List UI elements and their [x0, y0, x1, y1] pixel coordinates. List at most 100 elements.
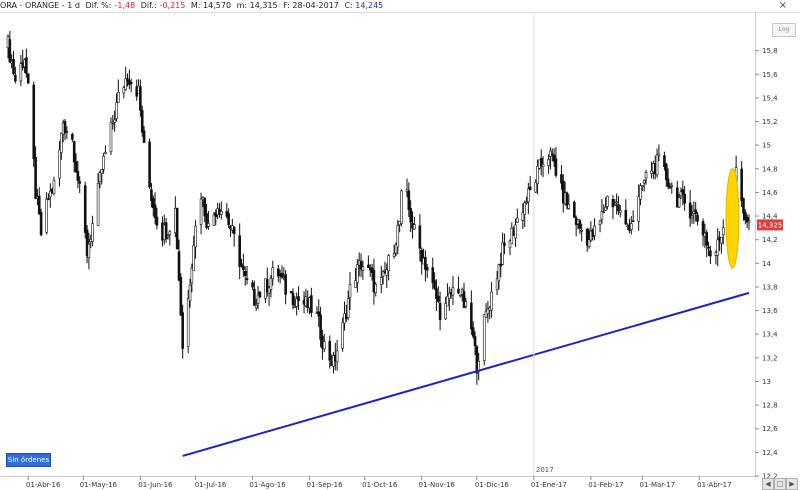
- y-axis-ticks: 12,212,412,612,81313,213,413,613,81414,2…: [755, 47, 778, 481]
- y-tick-label: 13,8: [762, 283, 778, 291]
- candle-body: [573, 201, 576, 218]
- y-tick-label: 12,4: [762, 449, 778, 457]
- candle-body: [129, 82, 133, 85]
- candle-body: [242, 265, 245, 270]
- candle-body: [550, 153, 554, 156]
- candle-body: [451, 287, 455, 296]
- candle-body: [328, 340, 332, 361]
- candle-body: [117, 91, 120, 103]
- candle-body: [71, 133, 74, 140]
- candle-body: [98, 172, 102, 182]
- scroll-right-button[interactable]: ▶: [786, 478, 798, 490]
- candle-body: [153, 204, 157, 219]
- x-tick-label: 01-Abr-16: [26, 481, 61, 489]
- candle-body: [470, 302, 473, 330]
- candle-body: [617, 204, 620, 212]
- candle-body: [374, 283, 378, 293]
- candle-body: [593, 225, 596, 236]
- candle-body: [251, 282, 254, 288]
- candle-body: [615, 201, 618, 204]
- candle-body: [47, 198, 50, 200]
- candle-body: [409, 208, 412, 223]
- candle-body: [436, 295, 440, 302]
- x-tick-label: 01-Mar-17: [640, 481, 676, 489]
- candle-body: [433, 280, 436, 289]
- y-tick-label: 12,8: [762, 402, 778, 410]
- candle-body: [113, 119, 116, 123]
- y-tick-label: 14,8: [762, 165, 778, 173]
- candle-body: [525, 201, 528, 204]
- candle-body: [471, 327, 475, 337]
- orders-status-badge[interactable]: Sin órdenes: [6, 453, 51, 467]
- candle-body: [641, 185, 644, 187]
- candle-body: [83, 185, 87, 233]
- candle-body: [258, 291, 262, 298]
- candle-body: [175, 207, 179, 250]
- candle-body: [523, 202, 526, 215]
- candle-body: [527, 188, 530, 203]
- candle-body: [396, 225, 400, 248]
- candle-body: [139, 86, 142, 111]
- price-chart: 12,212,412,612,81313,213,413,613,81414,2…: [0, 13, 783, 489]
- candle-body: [297, 296, 300, 302]
- x-tick-label: 01-Jul-16: [195, 481, 227, 489]
- candle-body: [631, 220, 635, 223]
- zoom-button[interactable]: □: [774, 478, 786, 490]
- candle-body: [613, 204, 617, 207]
- y-tick-label: 14: [762, 260, 771, 268]
- candle-body: [473, 336, 477, 347]
- candle-body: [310, 295, 313, 313]
- candle-body: [425, 267, 429, 271]
- candle-body: [111, 123, 115, 125]
- candle-body: [606, 196, 609, 207]
- candle-body: [407, 190, 411, 211]
- candle-body: [639, 185, 642, 200]
- candle-body: [740, 168, 743, 201]
- y-tick-label: 13,6: [762, 307, 778, 315]
- candle-body: [709, 250, 712, 257]
- candle-body: [464, 301, 468, 307]
- candle-body: [26, 73, 30, 84]
- candle-body: [624, 209, 628, 225]
- candle-body: [642, 180, 646, 184]
- candle-body: [705, 232, 709, 246]
- candle-body: [243, 271, 247, 277]
- candle-body: [664, 163, 668, 181]
- candle-body: [578, 220, 582, 229]
- candle-body: [319, 314, 322, 340]
- current-price-label: 14,325: [758, 221, 783, 229]
- candle-body: [74, 161, 78, 173]
- candle-body: [91, 223, 94, 242]
- log-scale-button[interactable]: Log: [772, 23, 796, 37]
- candle-body: [657, 153, 661, 157]
- candle-body: [681, 189, 685, 195]
- candle-body: [528, 186, 532, 191]
- candle-body: [696, 214, 699, 222]
- candle-body: [503, 242, 506, 246]
- candle-body: [254, 304, 258, 309]
- y-tick-label: 15,2: [762, 118, 778, 126]
- candle-body: [438, 302, 442, 320]
- candle-body: [207, 223, 210, 227]
- candle-body: [587, 239, 591, 247]
- candle-body: [666, 178, 670, 187]
- candle-body: [630, 223, 633, 230]
- candle-body: [293, 306, 297, 308]
- candle-body: [253, 288, 256, 306]
- scroll-left-button[interactable]: ◀: [762, 478, 774, 490]
- candle-body: [37, 195, 41, 215]
- candle-body: [322, 341, 326, 350]
- x-tick-label: 01-Abr-17: [697, 481, 731, 489]
- candle-body: [269, 277, 273, 290]
- candle-body: [219, 211, 223, 215]
- candle-body: [8, 39, 12, 63]
- x-tick-label: 01-Ago-16: [249, 481, 286, 489]
- candle-body: [554, 158, 558, 176]
- candle-body: [534, 182, 538, 193]
- annotation-layer: [725, 168, 740, 269]
- x-tick-label: 01-Jun-16: [138, 481, 173, 489]
- candle-body: [104, 151, 107, 154]
- candle-body: [670, 185, 674, 187]
- candle-body: [459, 294, 462, 297]
- candle-body: [78, 181, 82, 184]
